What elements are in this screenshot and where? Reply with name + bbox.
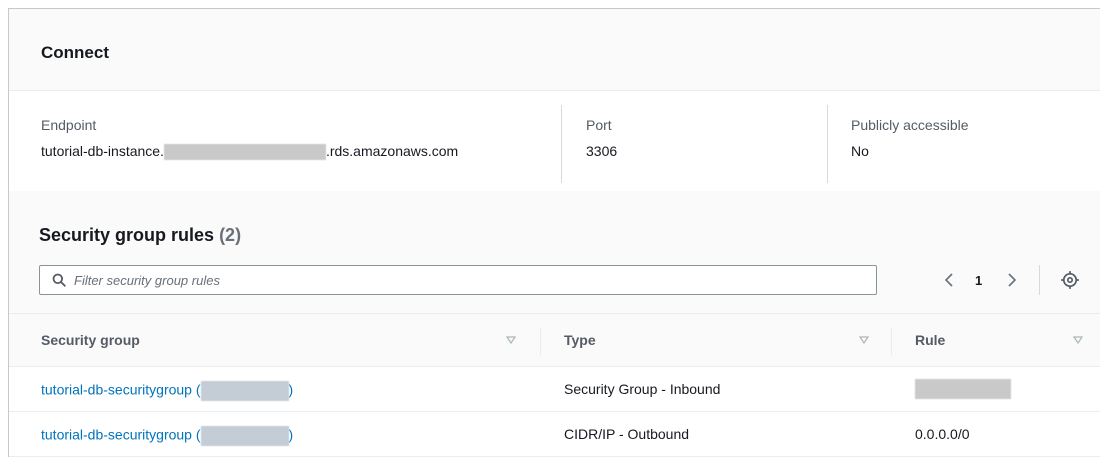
filter-input[interactable] xyxy=(74,266,864,294)
connection-details: Endpoint tutorial-db-instance. .rds.amazo… xyxy=(9,91,1100,191)
search-icon xyxy=(52,273,66,287)
rule-type: CIDR/IP - Outbound xyxy=(564,426,690,442)
table-header: Security group Type Rule xyxy=(9,313,1100,367)
port-value: 3306 xyxy=(586,143,618,159)
column-divider xyxy=(891,328,892,356)
pagination-divider xyxy=(1039,265,1040,295)
endpoint-column: Endpoint tutorial-db-instance. .rds.amazo… xyxy=(41,91,561,191)
table-row: tutorial-db-securitygroup () CIDR/IP - O… xyxy=(9,412,1100,457)
sort-icon[interactable] xyxy=(1073,336,1083,344)
chevron-right-icon[interactable] xyxy=(1005,271,1019,289)
endpoint-prefix: tutorial-db-instance. xyxy=(41,143,164,159)
rule-value: 0.0.0.0/0 xyxy=(915,426,970,442)
column-header-rule[interactable]: Rule xyxy=(915,332,945,348)
column-header-type[interactable]: Type xyxy=(564,332,596,348)
security-group-name[interactable]: tutorial-db-securitygroup ( xyxy=(41,427,201,443)
settings-icon[interactable] xyxy=(1061,271,1079,289)
redacted-block xyxy=(200,426,289,446)
endpoint-label: Endpoint xyxy=(41,117,97,133)
column-divider xyxy=(540,328,541,356)
redacted-block xyxy=(915,379,1011,399)
section-title-text: Security group rules xyxy=(39,225,215,245)
rule-type: Security Group - Inbound xyxy=(564,381,721,397)
security-group-close[interactable]: ) xyxy=(289,427,294,443)
redacted-block xyxy=(200,381,289,401)
redacted-block xyxy=(163,144,326,161)
column-divider xyxy=(827,105,828,183)
security-group-link[interactable]: tutorial-db-securitygroup () xyxy=(41,381,293,401)
endpoint-suffix: .rds.amazonaws.com xyxy=(325,143,459,159)
section-title: Security group rules (2) xyxy=(39,225,241,246)
rule-count: (2) xyxy=(219,225,242,245)
sort-icon[interactable] xyxy=(506,336,516,344)
security-group-rules-section: Security group rules (2) 1 xyxy=(9,191,1100,457)
column-divider xyxy=(561,105,562,183)
sort-icon[interactable] xyxy=(859,336,869,344)
public-label: Publicly accessible xyxy=(851,117,969,133)
connect-panel: Connect Endpoint tutorial-db-instance. .r… xyxy=(8,8,1100,457)
panel-header: Connect xyxy=(9,9,1100,91)
table-row: tutorial-db-securitygroup () Security Gr… xyxy=(9,367,1100,412)
security-group-link[interactable]: tutorial-db-securitygroup () xyxy=(41,426,293,446)
security-group-name[interactable]: tutorial-db-securitygroup ( xyxy=(41,382,201,398)
public-value: No xyxy=(851,143,869,159)
port-label: Port xyxy=(586,117,612,133)
security-group-close[interactable]: ) xyxy=(289,382,294,398)
panel-title: Connect xyxy=(41,43,109,62)
endpoint-value: tutorial-db-instance. .rds.amazonaws.com xyxy=(41,143,459,161)
public-column: Publicly accessible No xyxy=(851,91,1091,191)
chevron-left-icon[interactable] xyxy=(942,271,956,289)
filter-search-box[interactable] xyxy=(39,265,877,295)
security-group-rules-table: Security group Type Rule tutorial-db-sec… xyxy=(9,313,1100,457)
port-column: Port 3306 xyxy=(586,91,826,191)
column-header-security-group[interactable]: Security group xyxy=(41,332,140,348)
current-page[interactable]: 1 xyxy=(975,273,982,288)
rule-value xyxy=(915,379,1011,399)
